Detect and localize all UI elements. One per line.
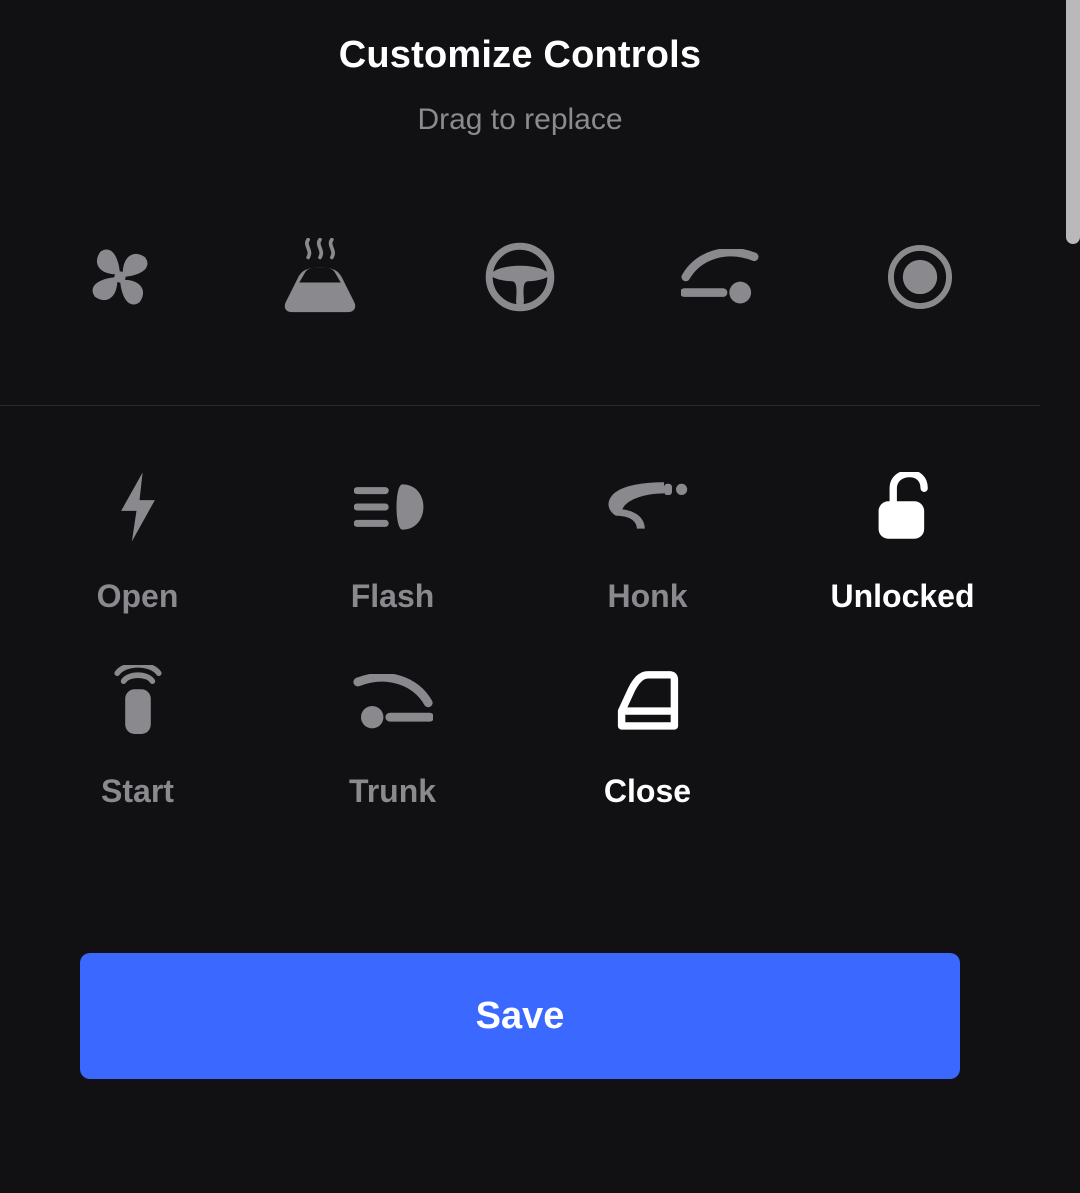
controls-grid: Open Flash Honk [0,406,1040,810]
palette-record[interactable] [860,217,980,337]
control-label: Unlocked [830,578,974,615]
palette-fan[interactable] [60,217,180,337]
footer: Save [0,953,1040,1193]
control-lock-toggle[interactable]: Unlocked [775,472,1030,615]
page-subtitle: Drag to replace [0,103,1040,137]
control-trunk[interactable]: Trunk [265,667,520,810]
control-label: Open [97,578,179,615]
control-label: Trunk [349,773,436,810]
hood-frunk-icon [681,249,759,305]
save-button[interactable]: Save [80,953,960,1079]
steering-wheel-icon [485,242,555,312]
record-icon [887,244,953,310]
trunk-open-icon [348,667,438,737]
control-close-window[interactable]: Close [520,667,775,810]
control-label: Start [101,773,174,810]
headlights-icon [348,472,438,542]
control-label: Flash [351,578,435,615]
control-label: Honk [608,578,688,615]
page-title: Customize Controls [0,34,1040,77]
scrollbar-thumb[interactable] [1066,0,1080,244]
window-icon [603,667,693,737]
key-fob-icon [93,667,183,737]
control-honk-horn[interactable]: Honk [520,472,775,615]
header: Customize Controls Drag to replace [0,0,1040,137]
palette-steering[interactable] [460,217,580,337]
control-label: Close [604,773,691,810]
control-flash-lights[interactable]: Flash [265,472,520,615]
seat-heat-icon [283,238,357,316]
palette-seat-heat[interactable] [260,217,380,337]
control-open-charge[interactable]: Open [10,472,265,615]
palette-frunk[interactable] [660,217,780,337]
bolt-icon [93,472,183,542]
palette-row [0,137,1040,406]
control-remote-start[interactable]: Start [10,667,265,810]
horn-icon [603,472,693,542]
unlock-icon [858,472,948,542]
fan-icon [85,242,155,312]
